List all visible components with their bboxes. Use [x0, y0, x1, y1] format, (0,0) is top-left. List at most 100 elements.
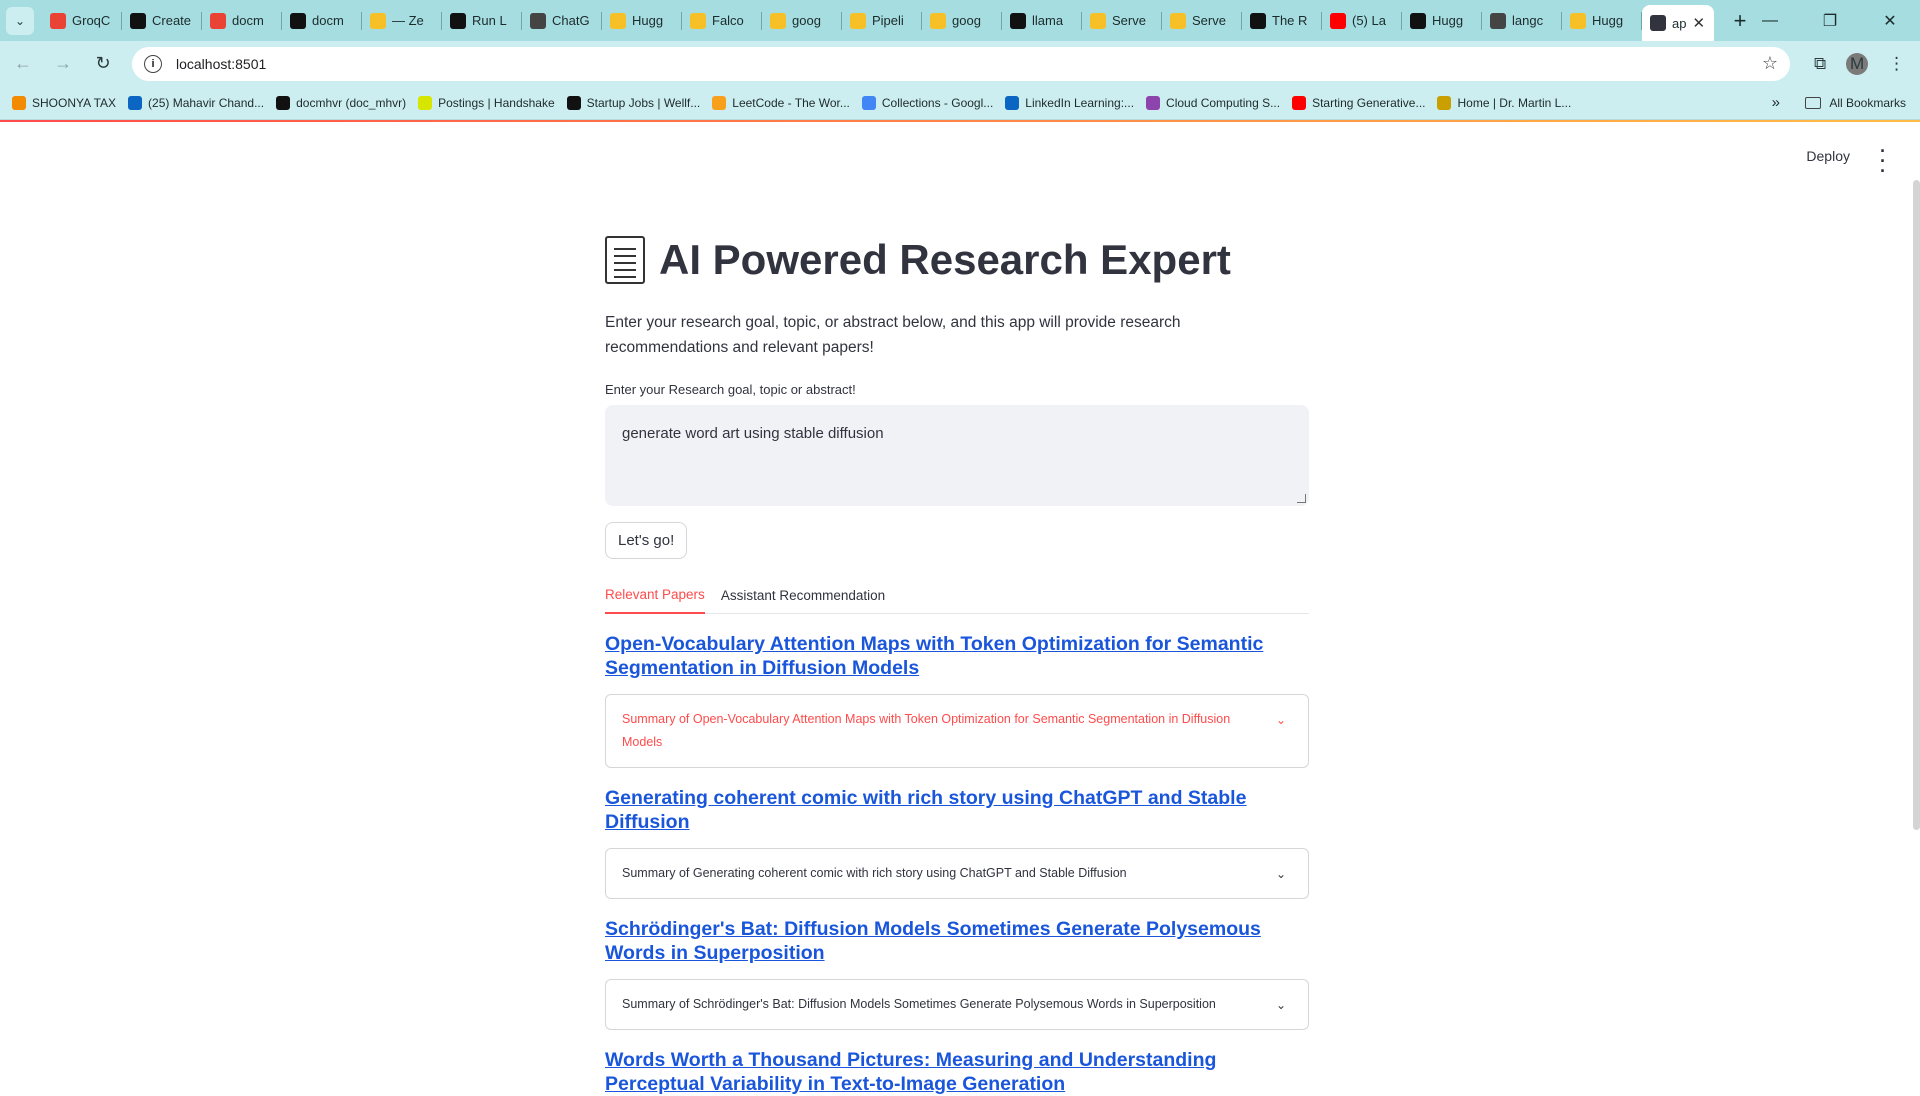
bookmark-item[interactable]: (25) Mahavir Chand... [128, 95, 264, 110]
huggingface-icon [610, 12, 626, 29]
resize-handle[interactable] [1297, 494, 1306, 503]
browser-toolbar: ← → ↻ i localhost:8501 ☆ ⧉ M ⋮ [0, 41, 1920, 86]
chevron-down-icon: ⌄ [14, 13, 26, 28]
browser-tab[interactable]: Hugg [1402, 0, 1482, 41]
forward-button[interactable]: → [46, 47, 80, 81]
browser-tab-title: llama [1032, 13, 1064, 28]
browser-tab[interactable]: langc [1482, 0, 1562, 41]
lets-go-button[interactable]: Let's go! [605, 522, 688, 559]
bookmark-label: Postings | Handshake [438, 95, 555, 110]
browser-tab-title: Hugg [1592, 13, 1624, 28]
browser-tab[interactable]: goog [922, 0, 1002, 41]
close-window-button[interactable]: ✕ [1860, 0, 1920, 41]
back-button[interactable]: ← [6, 47, 40, 81]
summary-expander[interactable]: Summary of Open-Vocabulary Attention Map… [605, 694, 1309, 768]
bookmark-item[interactable]: Home | Dr. Martin L... [1437, 95, 1572, 110]
browser-tab[interactable]: Pipeli [842, 0, 922, 41]
intro-text: Enter your research goal, topic, or abst… [605, 314, 1181, 356]
header-decoration [0, 120, 1920, 122]
results-tabs: Relevant Papers Assistant Recommendation [605, 582, 1309, 614]
paper-title-link[interactable]: Words Worth a Thousand Pictures: Measuri… [605, 1048, 1309, 1096]
more-bookmarks-button[interactable]: » [1772, 94, 1780, 111]
url-text[interactable]: localhost:8501 [176, 56, 1762, 72]
research-input-value[interactable]: generate word art using stable diffusion [622, 425, 884, 442]
bookmark-item[interactable]: docmhvr (doc_mhvr) [276, 95, 407, 110]
profile-avatar[interactable]: M [1846, 52, 1869, 75]
browser-tab[interactable]: (5) La [1322, 0, 1402, 41]
site-info-icon[interactable]: i [144, 54, 162, 73]
youtube-icon [1292, 95, 1307, 110]
tab-search-button[interactable]: ⌄ [6, 6, 34, 35]
browser-tab[interactable]: ChatG [522, 0, 602, 41]
browser-tab[interactable]: docm [282, 0, 362, 41]
browser-tab-title: The R [1272, 13, 1308, 28]
deploy-button[interactable]: Deploy [1806, 148, 1850, 164]
bookmark-item[interactable]: Startup Jobs | Wellf... [566, 95, 700, 110]
document-icon [605, 236, 645, 284]
arrow-left-icon: ← [14, 53, 32, 73]
browser-tab[interactable]: — Ze [362, 0, 442, 41]
wellfound-icon [566, 95, 581, 110]
research-input[interactable]: generate word art using stable diffusion [605, 405, 1309, 506]
browser-tab[interactable]: Falco [682, 0, 762, 41]
bookmark-item[interactable]: Cloud Computing S... [1146, 95, 1280, 110]
browser-tab[interactable]: llama [1002, 0, 1082, 41]
browser-tab-title: — Ze [392, 13, 424, 28]
browser-tab[interactable]: Hugg [602, 0, 682, 41]
browser-tab[interactable]: Hugg [1562, 0, 1642, 41]
browser-tab[interactable]: goog [762, 0, 842, 41]
bookmark-item[interactable]: LinkedIn Learning:... [1005, 95, 1134, 110]
summary-expander[interactable]: Summary of Schrödinger's Bat: Diffusion … [605, 979, 1309, 1030]
leetcode-icon [712, 95, 727, 110]
minimize-button[interactable]: — [1740, 0, 1800, 41]
app-menu-icon[interactable]: · · · [1880, 142, 1886, 180]
page-title: AI Powered Research Expert [605, 230, 1309, 290]
summary-label[interactable]: Summary of Open-Vocabulary Attention Map… [622, 712, 1230, 749]
summary-label[interactable]: Summary of Schrödinger's Bat: Diffusion … [622, 997, 1216, 1011]
github-icon [290, 12, 306, 29]
restore-button[interactable]: ❐ [1800, 0, 1860, 41]
browser-tab[interactable]: docm [202, 0, 282, 41]
bookmark-label: Home | Dr. Martin L... [1457, 95, 1572, 110]
huggingface-icon [690, 12, 706, 29]
browser-tab[interactable]: Create [122, 0, 202, 41]
bookmark-item[interactable]: Starting Generative... [1292, 95, 1425, 110]
browser-tab[interactable]: Run L [442, 0, 522, 41]
handshake-icon [418, 95, 433, 110]
summary-label[interactable]: Summary of Generating coherent comic wit… [622, 866, 1127, 880]
browser-tab-title: Run L [472, 13, 507, 28]
bookmark-label: docmhvr (doc_mhvr) [296, 95, 407, 110]
tab-assistant-recommendation[interactable]: Assistant Recommendation [721, 588, 885, 613]
paperswithcode-icon [1410, 12, 1426, 29]
browser-menu-icon[interactable]: ⋮ [1888, 54, 1905, 74]
paper-title-link[interactable]: Generating coherent comic with rich stor… [605, 786, 1309, 834]
paper-title-link[interactable]: Open-Vocabulary Attention Maps with Toke… [605, 632, 1309, 680]
paper-title-link[interactable]: Schrödinger's Bat: Diffusion Models Some… [605, 917, 1309, 965]
bookmark-item[interactable]: Postings | Handshake [418, 95, 555, 110]
browser-tab-title: ChatG [552, 13, 590, 28]
tab-relevant-papers[interactable]: Relevant Papers [605, 587, 705, 614]
browser-tab[interactable]: Serve [1082, 0, 1162, 41]
browser-tab[interactable]: GroqC [42, 0, 122, 41]
bookmark-item[interactable]: SHOONYA TAX [12, 95, 116, 110]
streamlit-icon [1650, 15, 1666, 31]
browser-tab-title: langc [1512, 13, 1544, 28]
browser-tab[interactable]: The R [1242, 0, 1322, 41]
reload-button[interactable]: ↻ [86, 47, 120, 81]
page-scrollbar[interactable] [1913, 180, 1920, 830]
chevron-down-icon: ⌄ [1275, 998, 1286, 1012]
bookmark-item[interactable]: LeetCode - The Wor... [712, 95, 850, 110]
extensions-icon[interactable]: ⧉ [1814, 54, 1826, 74]
browser-tab-title: Hugg [1432, 13, 1464, 28]
close-tab-icon[interactable]: ✕ [1692, 14, 1705, 32]
bookmark-item[interactable]: Collections - Googl... [861, 95, 993, 110]
browser-tab-active[interactable]: ap ✕ [1642, 5, 1714, 41]
bookmark-star-icon[interactable]: ☆ [1762, 53, 1778, 74]
summary-expander[interactable]: Summary of Generating coherent comic wit… [605, 848, 1309, 899]
browser-tab-title: goog [792, 13, 821, 28]
address-bar[interactable]: i localhost:8501 ☆ [132, 46, 1790, 81]
openai-icon [130, 12, 146, 29]
all-bookmarks-button[interactable]: All Bookmarks [1805, 96, 1906, 110]
owl-icon [1437, 95, 1452, 110]
browser-tab[interactable]: Serve [1162, 0, 1242, 41]
